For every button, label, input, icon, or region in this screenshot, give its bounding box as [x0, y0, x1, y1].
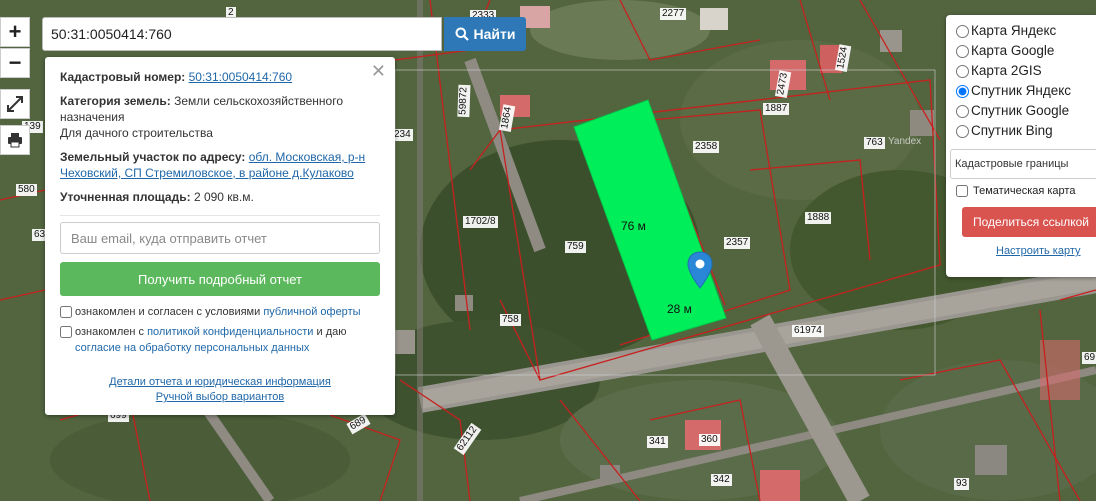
location-marker-icon[interactable] [687, 251, 713, 289]
land-use-value: Для дачного строительства [60, 126, 213, 140]
layer-label: Карта Google [971, 43, 1055, 58]
parcel-label: 2277 [660, 8, 687, 20]
layer-option-2gis-map[interactable]: Карта 2GIS [954, 61, 1096, 81]
layer-option-bing-satellite[interactable]: Спутник Bing [954, 121, 1096, 141]
thematic-map-toggle[interactable]: Тематическая карта [954, 185, 1096, 197]
layer-label: Спутник Bing [971, 123, 1053, 138]
offer-consent-checkbox[interactable] [60, 306, 72, 318]
personal-data-consent-link[interactable]: согласие на обработку персональных данны… [75, 342, 309, 354]
parcel-label: 61974 [792, 325, 824, 337]
parcel-label: 759 [565, 241, 586, 253]
layer-option-google-map[interactable]: Карта Google [954, 41, 1096, 61]
layer-radio[interactable] [956, 44, 969, 58]
cadastral-search-input[interactable] [42, 17, 442, 51]
offer-consent-row: ознакомлен и согласен с условиями публич… [60, 304, 380, 320]
search-button[interactable]: Найти [444, 17, 526, 51]
privacy-consent-row: ознакомлен с политикой конфиденциальност… [60, 324, 380, 340]
parcel-label: 93 [954, 478, 970, 490]
search-button-label: Найти [473, 26, 516, 42]
layer-radio[interactable] [956, 104, 969, 118]
cadastral-number-label: Кадастровый номер: [60, 70, 186, 84]
address-label: Земельный участок по адресу: [60, 150, 246, 164]
report-details-link[interactable]: Детали отчета и юридическая информация [109, 376, 331, 388]
search-icon [455, 27, 469, 41]
zoom-in-button[interactable]: + [0, 17, 30, 47]
layer-label: Карта Яндекс [971, 23, 1057, 38]
zoom-out-button[interactable]: − [0, 48, 30, 78]
privacy-policy-link[interactable]: политикой конфиденциальности [147, 326, 313, 338]
parcel-label: 1702/8 [463, 216, 498, 228]
layer-option-google-satellite[interactable]: Спутник Google [954, 101, 1096, 121]
thematic-map-label: Тематическая карта [973, 185, 1076, 197]
parcel-label: 1887 [763, 103, 790, 115]
layer-radio[interactable] [956, 24, 969, 38]
share-link-button[interactable]: Поделиться ссылкой [962, 207, 1096, 237]
parcel-label: 342 [711, 474, 732, 486]
parcel-label: 580 [16, 184, 37, 196]
layer-radio[interactable] [956, 64, 969, 78]
configure-map-link[interactable]: Настроить карту [996, 245, 1096, 257]
dimension-length-label: 76 м [621, 219, 646, 233]
parcel-label: 360 [699, 434, 720, 446]
email-field[interactable] [60, 222, 380, 254]
close-icon[interactable]: ✕ [371, 62, 386, 80]
parcel-label: 341 [647, 436, 668, 448]
layer-option-yandex-satellite[interactable]: Спутник Яндекс [954, 81, 1096, 101]
offer-consent-text: ознакомлен и согласен с условиями [75, 306, 261, 318]
layer-label: Спутник Google [971, 103, 1070, 118]
address-row: Земельный участок по адресу: обл. Москов… [60, 149, 380, 181]
parcel-info-panel: ✕ Кадастровый номер: 50:31:0050414:760 К… [45, 57, 395, 415]
personal-data-consent-row: согласие на обработку персональных данны… [75, 340, 380, 356]
panel-footer-links: Детали отчета и юридическая информация Р… [45, 375, 395, 405]
privacy-consent-checkbox[interactable] [60, 326, 72, 338]
get-report-button[interactable]: Получить подробный отчет [60, 262, 380, 296]
manual-selection-link[interactable]: Ручной выбор вариантов [156, 391, 284, 403]
parcel-label: 59872 [457, 84, 471, 118]
map-watermark: Yandex [888, 136, 922, 147]
expand-icon [7, 96, 23, 112]
area-value: 2 090 кв.м. [193, 190, 254, 204]
parcel-label: 1888 [805, 212, 832, 224]
layer-label: Спутник Яндекс [971, 83, 1072, 98]
parcel-label: 2358 [693, 141, 720, 153]
layer-label: Карта 2GIS [971, 63, 1042, 78]
overlay-select[interactable]: Кадастровые границы [950, 149, 1096, 179]
parcel-label: 69 [1082, 352, 1096, 364]
land-category-label: Категория земель: [60, 94, 171, 108]
area-label: Уточненная площадь: [60, 190, 191, 204]
cadastral-number-row: Кадастровый номер: 50:31:0050414:760 [60, 69, 380, 85]
parcel-label: 763 [864, 137, 885, 149]
printer-icon [8, 133, 22, 148]
thematic-map-checkbox[interactable] [956, 185, 968, 197]
parcel-label: 234 [392, 129, 413, 141]
divider [60, 215, 380, 216]
fullscreen-button[interactable] [0, 89, 30, 119]
privacy-consent-mid-text: и даю [316, 326, 347, 338]
cadastral-number-link[interactable]: 50:31:0050414:760 [189, 70, 292, 84]
print-button[interactable] [0, 125, 30, 155]
public-offer-link[interactable]: публичной оферты [263, 306, 360, 318]
privacy-consent-text: ознакомлен с [75, 326, 145, 338]
layer-radio[interactable] [956, 84, 969, 98]
area-row: Уточненная площадь: 2 090 кв.м. [60, 189, 380, 205]
parcel-label: 2357 [724, 237, 751, 249]
layer-option-yandex-map[interactable]: Карта Яндекс [954, 21, 1096, 41]
land-category-row: Категория земель: Земли сельскохозяйстве… [60, 93, 380, 141]
layer-radio[interactable] [956, 124, 969, 138]
map-layers-panel: Карта Яндекс Карта Google Карта 2GIS Спу… [946, 15, 1096, 277]
parcel-label: 758 [500, 314, 521, 326]
dimension-width-label: 28 м [667, 302, 692, 316]
